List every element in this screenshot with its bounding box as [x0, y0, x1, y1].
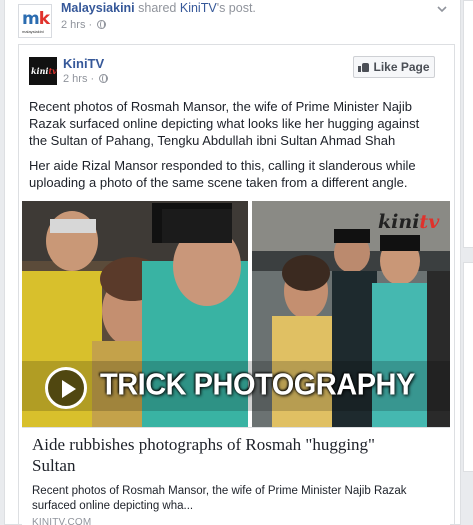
- post-header-line: Malaysiakini shared KiniTV's post.: [61, 1, 256, 15]
- shared-page-link[interactable]: KiniTV: [180, 1, 217, 15]
- globe-icon: [97, 20, 107, 29]
- post-paragraph-1: Recent photos of Rosmah Mansor, the wife…: [29, 99, 420, 148]
- adjacent-card-edge: [463, 262, 473, 472]
- globe-icon: [99, 74, 109, 83]
- shared-post-timestamp[interactable]: 2 hrs ·: [63, 73, 109, 85]
- link-preview-title[interactable]: Aide rubbishes photographs of Rosmah "hu…: [32, 434, 412, 476]
- kinitv-page-name[interactable]: KiniTV: [63, 56, 104, 71]
- malaysiakini-avatar[interactable]: mk malaysiakini: [18, 4, 52, 38]
- publisher-name-link[interactable]: Malaysiakini: [61, 1, 135, 15]
- shared-post-time-text[interactable]: 2 hrs: [63, 73, 87, 85]
- post-time-text[interactable]: 2 hrs: [61, 19, 85, 31]
- play-icon[interactable]: [45, 367, 87, 409]
- right-column-edge: [463, 0, 473, 525]
- post-paragraph-2: Her aide Rizal Mansor responded to this,…: [29, 158, 416, 190]
- adjacent-card-edge: [463, 0, 473, 248]
- shared-action-text: shared: [138, 1, 177, 15]
- video-overlay-title: TRICK PHOTOGRAPHY: [100, 368, 415, 402]
- shared-post-card: kinitv KiniTV 2 hrs · Like Page Recent p…: [18, 44, 455, 525]
- feed-post-card: mk malaysiakini Malaysiakini shared Kini…: [4, 0, 461, 525]
- kinitv-watermark: kinitv: [378, 211, 440, 233]
- like-page-button[interactable]: Like Page: [353, 56, 435, 78]
- malaysiakini-logo: mk: [22, 9, 50, 29]
- kinitv-avatar-logo: kinitv: [31, 66, 57, 76]
- shared-suffix-text: 's post.: [216, 1, 256, 15]
- like-page-label: Like Page: [373, 60, 430, 74]
- post-video-thumbnail[interactable]: TRICK PHOTOGRAPHY kinitv: [22, 201, 450, 427]
- kinitv-avatar[interactable]: kinitv: [29, 57, 57, 85]
- link-preview[interactable]: Aide rubbishes photographs of Rosmah "hu…: [22, 427, 450, 525]
- link-preview-domain: KINITV.COM: [32, 517, 92, 525]
- link-preview-description: Recent photos of Rosmah Mansor, the wife…: [32, 485, 407, 512]
- thumbs-up-icon: [358, 62, 370, 72]
- post-timestamp[interactable]: 2 hrs ·: [61, 19, 107, 31]
- chevron-down-icon[interactable]: [435, 2, 449, 16]
- malaysiakini-logo-subtext: malaysiakini: [22, 29, 44, 34]
